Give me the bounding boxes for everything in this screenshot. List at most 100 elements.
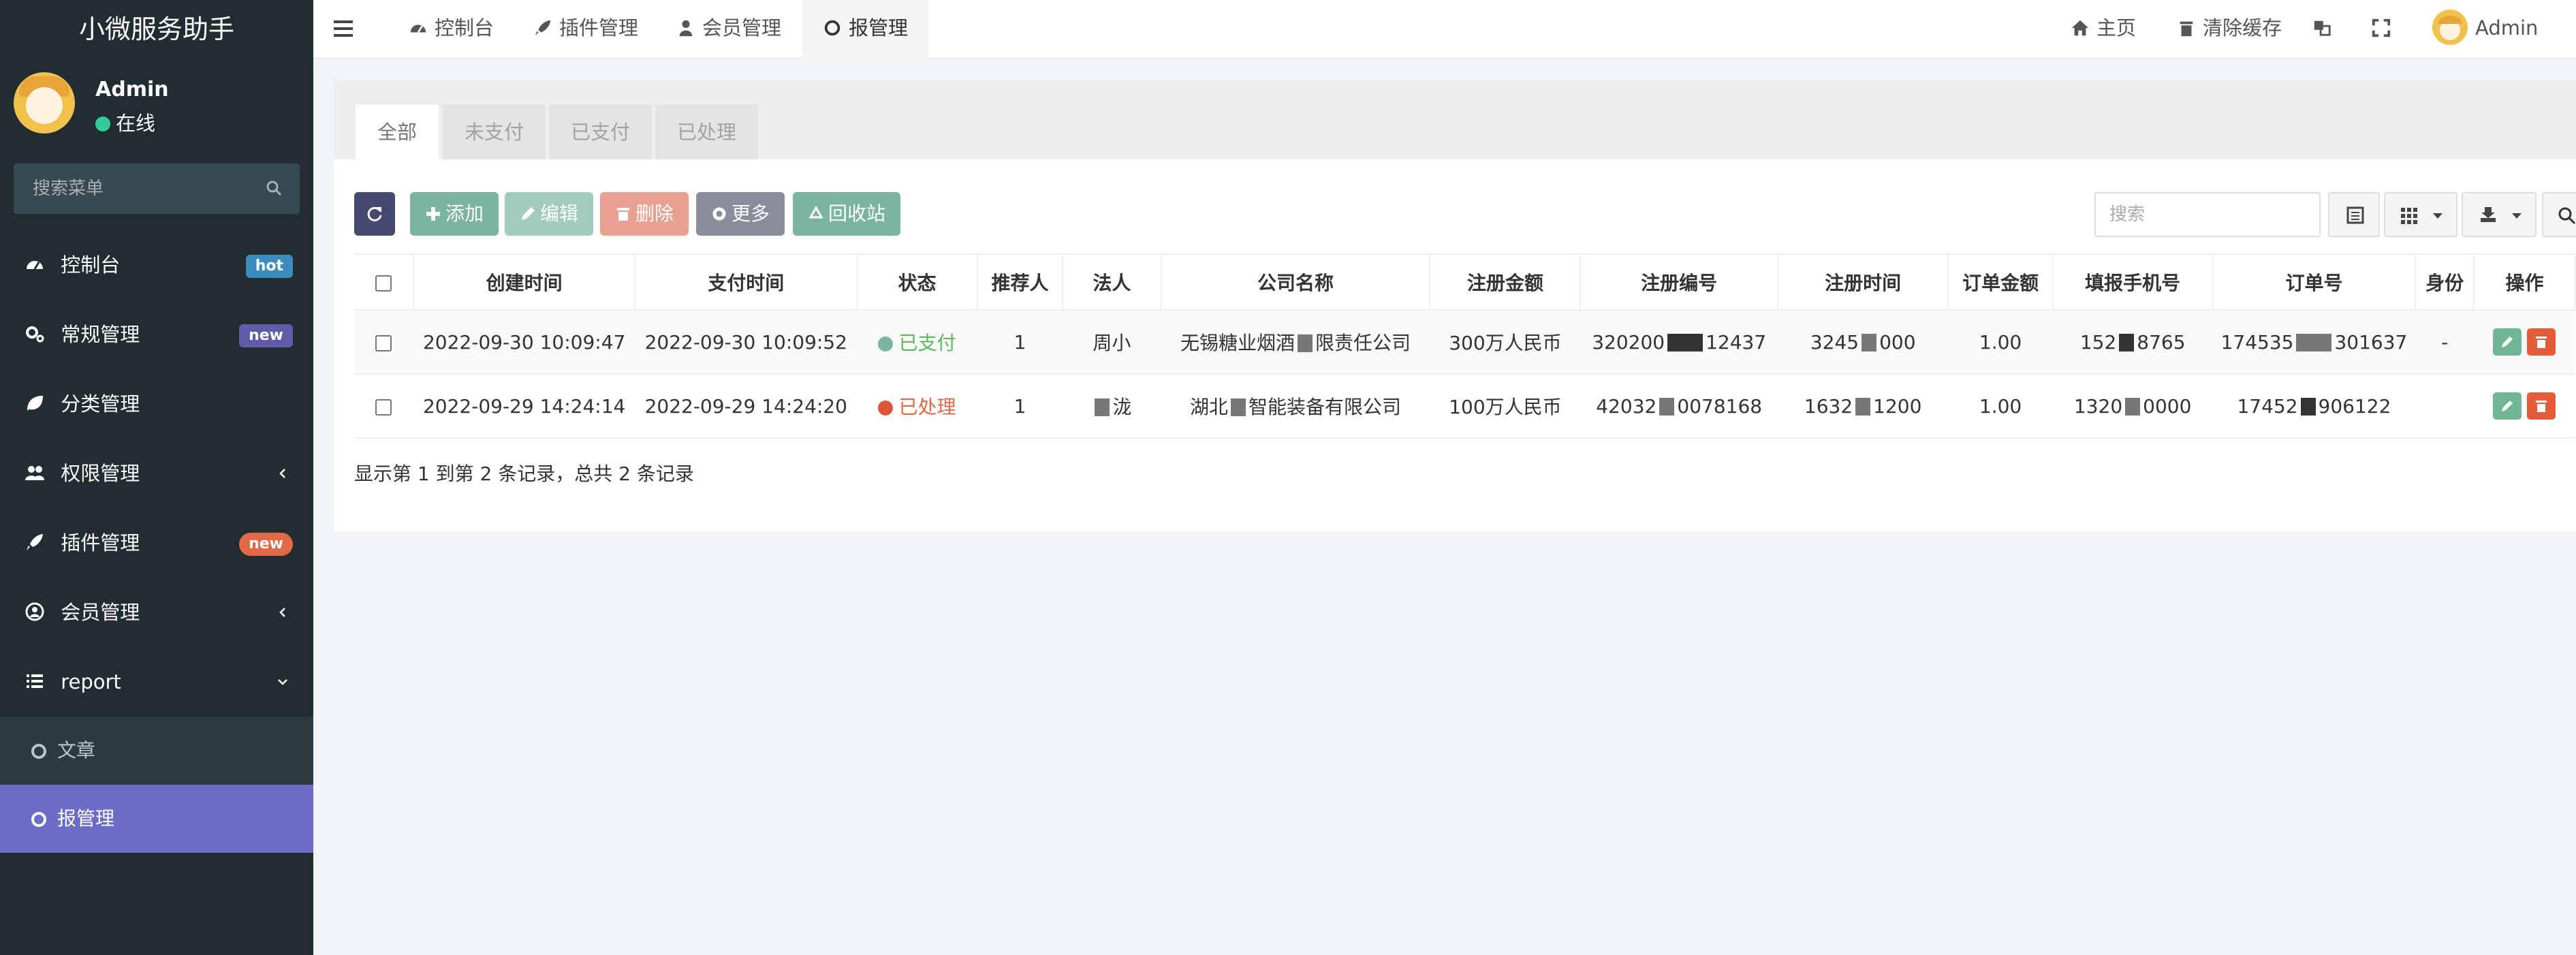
tab-label: 会员管理: [702, 16, 782, 40]
sidebar-subitem-report-manage[interactable]: 报管理: [0, 785, 313, 853]
status-cell: 已处理: [857, 374, 977, 439]
sidebar-item-category[interactable]: 分类管理: [0, 369, 313, 439]
sidebar-item-dashboard[interactable]: 控制台 hot: [0, 230, 313, 300]
company-text: 限责任公司: [1315, 332, 1411, 354]
row-delete-button[interactable]: [2527, 392, 2556, 420]
pencil-icon: [2502, 401, 2513, 411]
tab-all[interactable]: 全部: [356, 105, 439, 159]
search-toggle-button[interactable]: [2542, 192, 2576, 237]
reg-number-cell: 320200 12437: [1580, 310, 1778, 375]
circle-icon: [31, 812, 46, 827]
table-row[interactable]: 2022-09-30 10:09:47 2022-09-30 10:09:52 …: [354, 310, 2575, 375]
clear-cache-button[interactable]: 清除缓存: [2177, 0, 2282, 59]
grid-icon: [2401, 208, 2417, 224]
refresh-button[interactable]: [354, 192, 395, 236]
redaction-mark: [1095, 398, 1110, 416]
row-checkbox[interactable]: [375, 334, 392, 351]
sidebar-item-permission[interactable]: 权限管理: [0, 439, 313, 508]
column-header[interactable]: 状态: [857, 253, 978, 311]
home-link[interactable]: 主页: [2071, 0, 2136, 59]
circle-icon: [824, 20, 841, 36]
edit-button[interactable]: 编辑: [505, 192, 594, 236]
row-edit-button[interactable]: [2493, 328, 2522, 356]
trash-icon: [2536, 401, 2547, 412]
status-label: 已处理: [898, 396, 956, 418]
tab-unpaid[interactable]: 未支付: [443, 105, 546, 159]
trash-icon: [2180, 21, 2193, 37]
add-button-label: 添加: [445, 202, 484, 225]
paid-time-cell: 2022-09-29 14:24:20: [635, 374, 858, 439]
sidebar-item-report[interactable]: report: [0, 647, 313, 717]
menu-search: [14, 163, 300, 214]
redaction-mark: [2119, 333, 2135, 351]
user-status: 在线: [95, 108, 155, 136]
column-header[interactable]: 注册编号: [1580, 253, 1778, 311]
columns-dropdown-button[interactable]: [2384, 192, 2457, 237]
menu-toggle-icon[interactable]: [334, 20, 353, 37]
hot-badge: hot: [245, 255, 293, 278]
table-row[interactable]: 2022-09-29 14:24:14 2022-09-29 14:24:20 …: [354, 374, 2575, 439]
select-all-checkbox[interactable]: [375, 275, 392, 292]
order-amount-cell: 1.00: [1948, 374, 2053, 439]
caret-down-icon: [2512, 213, 2522, 219]
reg-time-text: 000: [1879, 330, 1916, 354]
sidebar-item-members[interactable]: 会员管理: [0, 578, 313, 647]
column-header[interactable]: 推荐人: [977, 253, 1064, 311]
sidebar-item-label: 分类管理: [61, 392, 140, 416]
sidebar-subitem-article[interactable]: 文章: [0, 717, 313, 785]
legal-person-cell: 周小: [1063, 310, 1161, 375]
user-menu-label: Admin: [2475, 16, 2539, 40]
sidebar-item-general[interactable]: 常规管理 new: [0, 300, 313, 369]
column-header[interactable]: 订单号: [2212, 253, 2417, 311]
phone-cell: 152 8765: [2052, 310, 2213, 375]
column-header[interactable]: 订单金额: [1948, 253, 2054, 311]
column-header[interactable]: 公司名称: [1161, 253, 1431, 311]
user-avatar-icon: [2432, 10, 2468, 45]
menu-search-input[interactable]: [14, 163, 300, 214]
column-header[interactable]: 支付时间: [635, 253, 858, 311]
recycle-button-label: 回收站: [828, 202, 886, 225]
tab-plugins[interactable]: 插件管理: [521, 0, 650, 59]
add-button[interactable]: 添加: [410, 192, 499, 236]
trash-icon: [617, 208, 629, 221]
rocket-icon: [27, 534, 43, 550]
search-icon[interactable]: [266, 180, 282, 196]
delete-button[interactable]: 删除: [600, 192, 689, 236]
export-dropdown-button[interactable]: [2462, 192, 2536, 237]
tab-dashboard[interactable]: 控制台: [396, 0, 506, 59]
column-header: 操作: [2473, 253, 2576, 311]
company-text: 无锡糖业烟酒: [1180, 332, 1295, 354]
row-edit-button[interactable]: [2493, 392, 2522, 420]
row-select-cell: [354, 310, 413, 375]
table-search-input[interactable]: [2096, 193, 2319, 236]
sidebar-item-plugins[interactable]: 插件管理 new: [0, 508, 313, 578]
tab-paid[interactable]: 已支付: [549, 105, 653, 159]
users-icon: [25, 466, 44, 480]
row-checkbox[interactable]: [375, 398, 392, 416]
tab-members[interactable]: 会员管理: [664, 0, 794, 59]
column-header[interactable]: 创建时间: [413, 253, 636, 311]
tab-report-manage[interactable]: 报管理: [802, 0, 929, 59]
user-menu[interactable]: Admin: [2432, 0, 2538, 59]
column-header[interactable]: 注册金额: [1430, 253, 1582, 311]
fullscreen-button[interactable]: [2372, 0, 2398, 59]
column-header[interactable]: 法人: [1063, 253, 1162, 311]
column-header[interactable]: 填报手机号: [2052, 253, 2214, 311]
toggle-view-button[interactable]: [2328, 192, 2380, 237]
brand-title[interactable]: 小微服务助手: [0, 0, 313, 59]
legal-person-text: 泷: [1112, 396, 1132, 418]
column-header[interactable]: 注册时间: [1777, 253, 1949, 311]
phone-text: 152: [2079, 330, 2117, 354]
user-panel: Admin 在线: [0, 59, 313, 154]
tab-processed[interactable]: 已处理: [655, 105, 759, 159]
sidebar-item-label: 插件管理: [61, 531, 140, 554]
language-button[interactable]: [2312, 0, 2338, 59]
sidebar: 小微服务助手 Admin 在线 控制台 hot 常规管理 new 分类管理 权限…: [0, 0, 313, 955]
recycle-bin-button[interactable]: 回收站: [793, 192, 901, 236]
column-header[interactable]: 身份: [2415, 253, 2475, 311]
redaction-mark: [1855, 397, 1871, 416]
more-button[interactable]: 更多: [696, 192, 785, 236]
row-delete-button[interactable]: [2527, 328, 2556, 356]
identity-cell: [2415, 374, 2474, 439]
reg-number-text: 12437: [1706, 330, 1767, 354]
